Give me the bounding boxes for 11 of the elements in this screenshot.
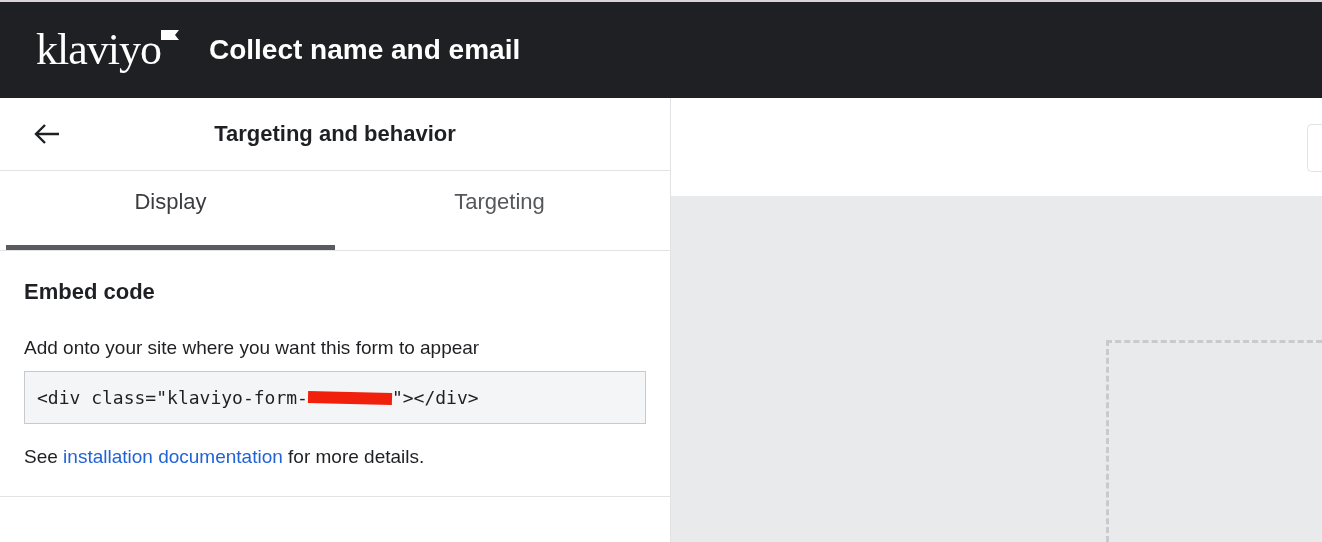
logo: klaviyo bbox=[36, 28, 179, 72]
panel-title: Targeting and behavior bbox=[214, 121, 456, 147]
help-text: See installation documentation for more details. bbox=[24, 446, 426, 468]
section-heading: Embed code bbox=[24, 279, 156, 305]
back-arrow-icon bbox=[33, 122, 61, 146]
page-title: Collect name and email bbox=[209, 34, 521, 66]
tab[interactable]: Targeting bbox=[335, 171, 664, 250]
section-description: Add onto your site where you want this form to appear bbox=[24, 337, 481, 359]
embed-code-field[interactable]: <div class="klaviyo-form- "></div> bbox=[24, 371, 646, 424]
tab[interactable]: Display bbox=[6, 171, 335, 250]
documentation-link[interactable]: installation documentation bbox=[63, 446, 283, 467]
